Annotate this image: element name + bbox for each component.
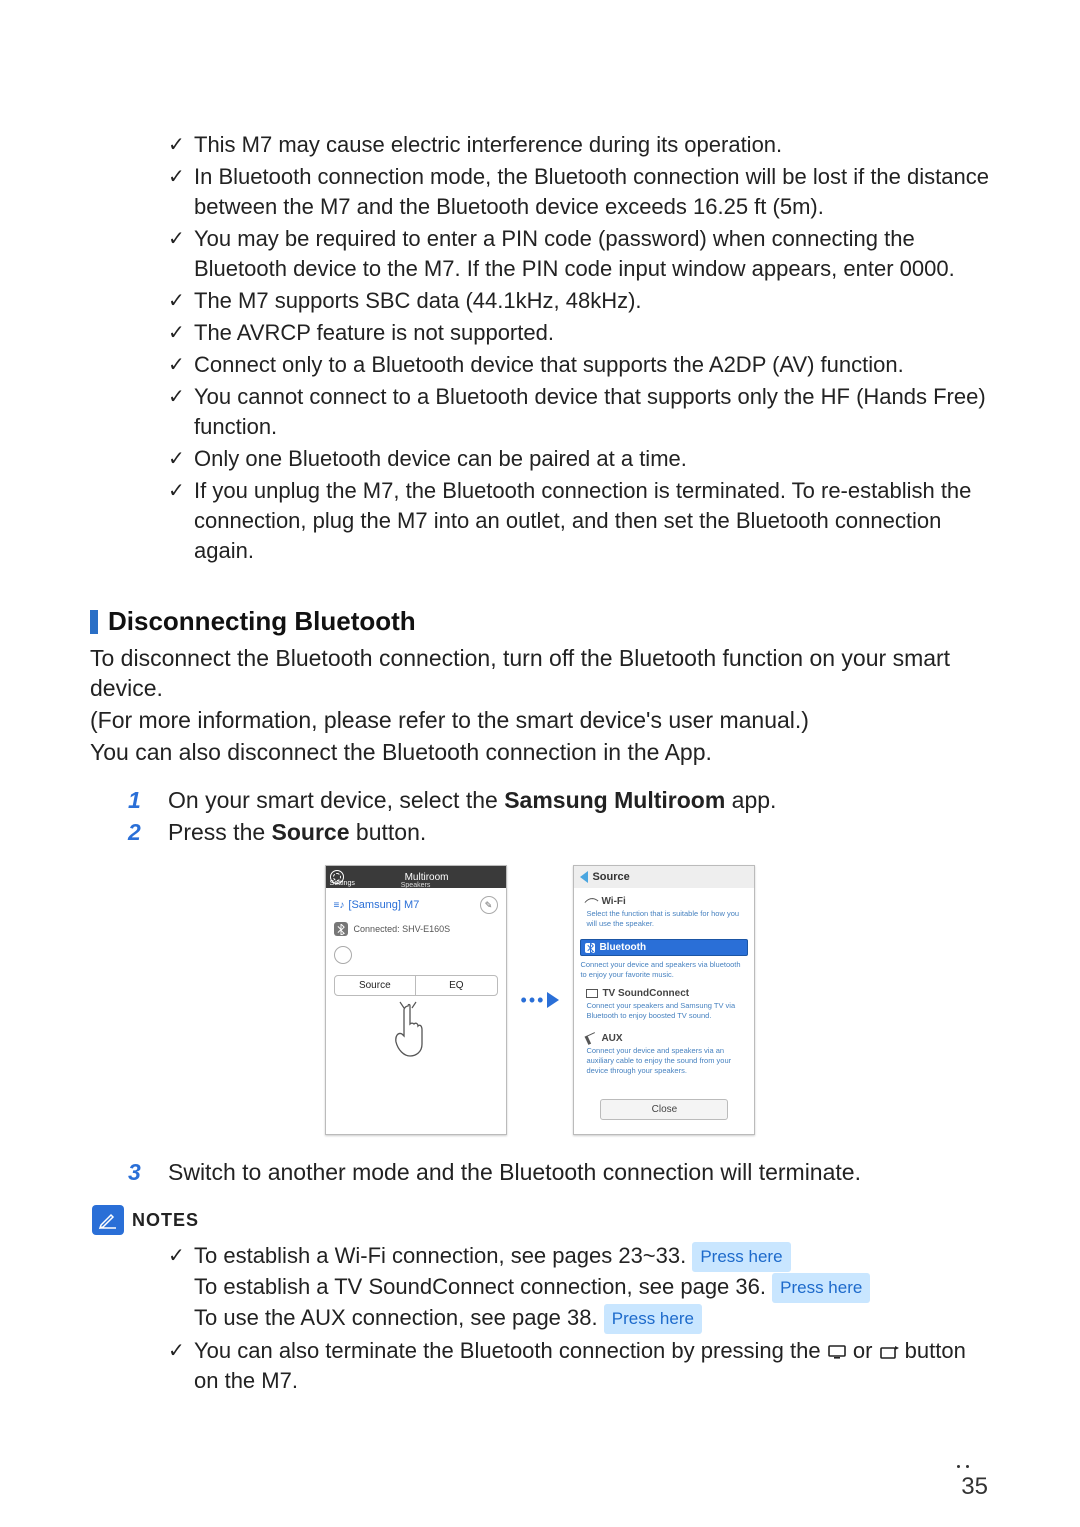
tap-hand-icon (388, 1000, 444, 1060)
note-item: ✓ To establish a Wi-Fi connection, see p… (168, 1241, 990, 1334)
list-item: ✓You may be required to enter a PIN code… (168, 224, 990, 284)
source-option-tvsoundconnect: TV SoundConnect Connect your speakers an… (580, 984, 748, 1029)
step-number: 3 (128, 1157, 168, 1187)
check-icon: ✓ (168, 444, 194, 474)
source-button-icon (879, 1344, 899, 1360)
step-number: 1 (128, 785, 168, 815)
speaker-row: ≡♪ [Samsung] M7 ✎ (334, 896, 498, 914)
list-item: ✓This M7 may cause electric interference… (168, 130, 990, 160)
body-text: To disconnect the Bluetooth connection, … (90, 643, 990, 703)
tv-button-icon (827, 1344, 847, 1360)
segment-control: Source EQ (334, 975, 498, 996)
check-icon: ✓ (168, 224, 194, 284)
press-here-link[interactable]: Press here (604, 1304, 702, 1334)
heading-bar-icon (90, 610, 98, 634)
check-icon: ✓ (168, 286, 194, 316)
tv-icon (586, 989, 598, 998)
list-item: ✓Only one Bluetooth device can be paired… (168, 444, 990, 474)
bluetooth-icon (585, 943, 595, 953)
bluetooth-icon (334, 922, 348, 936)
note-item: ✓ You can also terminate the Bluetooth c… (168, 1336, 990, 1396)
source-option-bluetooth-selected: Bluetooth (580, 939, 748, 956)
illustration-screenshots: Settings Multiroom Speakers ≡♪ [Samsung]… (90, 865, 990, 1135)
check-icon: ✓ (168, 162, 194, 222)
check-icon: ✓ (168, 382, 194, 442)
eq-button: EQ (416, 976, 497, 995)
check-icon: ✓ (168, 318, 194, 348)
list-item: ✓If you unplug the M7, the Bluetooth con… (168, 476, 990, 566)
app-header: Settings Multiroom Speakers (326, 866, 506, 888)
back-icon (580, 871, 588, 883)
list-item: ✓The AVRCP feature is not supported. (168, 318, 990, 348)
wifi-icon (585, 894, 599, 908)
close-button: Close (600, 1099, 728, 1120)
step-3: 3 Switch to another mode and the Bluetoo… (128, 1157, 990, 1187)
body-text: You can also disconnect the Bluetooth co… (90, 737, 990, 767)
connected-row: Connected: SHV-E160S (334, 922, 498, 936)
mute-icon (334, 946, 352, 964)
bluetooth-notes-list: ✓This M7 may cause electric interference… (168, 130, 990, 566)
multiroom-app-screenshot: Settings Multiroom Speakers ≡♪ [Samsung]… (325, 865, 507, 1135)
source-button: Source (335, 976, 417, 995)
source-panel-screenshot: Source Wi-Fi Select the function that is… (573, 865, 755, 1135)
notes-pencil-icon (92, 1205, 124, 1235)
check-icon: ✓ (168, 1336, 194, 1396)
speaker-list-icon: ≡♪ (334, 900, 345, 911)
list-item: ✓Connect only to a Bluetooth device that… (168, 350, 990, 380)
source-option-aux: AUX Connect your device and speakers via… (580, 1029, 748, 1084)
aux-icon (585, 1032, 599, 1045)
press-here-link[interactable]: Press here (772, 1273, 870, 1303)
list-item: ✓The M7 supports SBC data (44.1kHz, 48kH… (168, 286, 990, 316)
list-item: ✓In Bluetooth connection mode, the Bluet… (168, 162, 990, 222)
check-icon: ✓ (168, 476, 194, 566)
source-option-wifi: Wi-Fi Select the function that is suitab… (580, 892, 748, 937)
panel-header: Source (574, 866, 754, 888)
page-number: 35 (961, 1473, 988, 1501)
step-2: 2 Press the Source button. (128, 817, 990, 847)
flow-arrow-icon: ••• (521, 990, 560, 1011)
step-number: 2 (128, 817, 168, 847)
edit-icon: ✎ (480, 896, 498, 914)
section-heading: Disconnecting Bluetooth (90, 606, 990, 637)
notes-header: NOTES (92, 1205, 990, 1235)
press-here-link[interactable]: Press here (692, 1242, 790, 1272)
list-item: ✓You cannot connect to a Bluetooth devic… (168, 382, 990, 442)
step-1: 1 On your smart device, select the Samsu… (128, 785, 990, 815)
check-icon: ✓ (168, 1241, 194, 1334)
check-icon: ✓ (168, 130, 194, 160)
check-icon: ✓ (168, 350, 194, 380)
body-text: (For more information, please refer to t… (90, 705, 990, 735)
